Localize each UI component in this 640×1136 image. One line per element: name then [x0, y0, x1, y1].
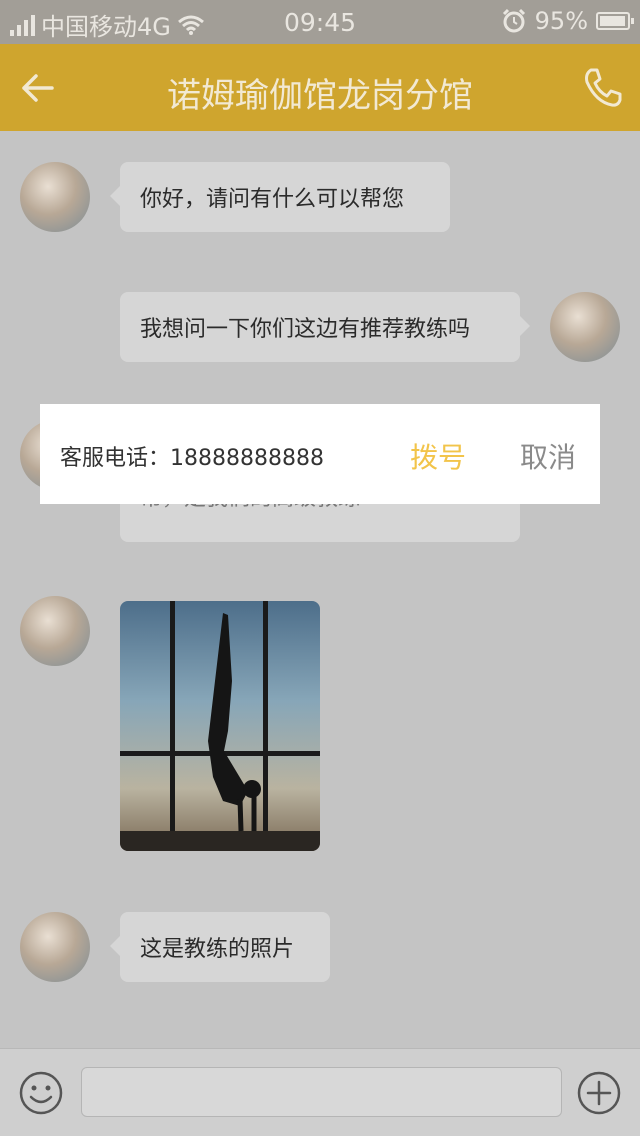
avatar-agent[interactable] [20, 162, 90, 232]
input-bar [0, 1048, 640, 1136]
message-bubble: 你好，请问有什么可以帮您 [110, 162, 450, 232]
message-bubble: 我想问一下你们这边有推荐教练吗 [120, 292, 530, 362]
phone-icon[interactable] [582, 66, 622, 108]
status-bar: 中国移动4G 09:45 95% [0, 0, 640, 44]
plus-icon[interactable] [576, 1070, 622, 1116]
battery-percent: 95% [534, 7, 588, 35]
message-text: 这是教练的照片 [140, 937, 295, 962]
chat-header: 诺姆瑜伽馆龙岗分馆 [0, 44, 640, 131]
page-title: 诺姆瑜伽馆龙岗分馆 [167, 76, 473, 116]
battery-icon [596, 12, 634, 30]
service-phone-label: 客服电话：18888888888 [60, 446, 324, 471]
phone-dialog: 客服电话：18888888888 拨号 取消 [40, 404, 600, 504]
coach-photo[interactable] [120, 601, 320, 851]
avatar-user[interactable] [550, 292, 620, 362]
message-bubble: 这是教练的照片 [110, 912, 330, 982]
yoga-figure-icon [208, 613, 261, 832]
message-text: 我想问一下你们这边有推荐教练吗 [140, 317, 471, 342]
alarm-icon [502, 8, 525, 33]
avatar-agent[interactable] [20, 912, 90, 982]
message-input[interactable] [81, 1067, 562, 1117]
dial-button[interactable]: 拨号 [410, 436, 466, 476]
status-right: 95% [501, 7, 634, 35]
avatar-agent[interactable] [20, 596, 90, 666]
cancel-button[interactable]: 取消 [520, 436, 576, 476]
message-text: 你好，请问有什么可以帮您 [140, 187, 405, 212]
emoji-icon[interactable] [18, 1070, 64, 1116]
